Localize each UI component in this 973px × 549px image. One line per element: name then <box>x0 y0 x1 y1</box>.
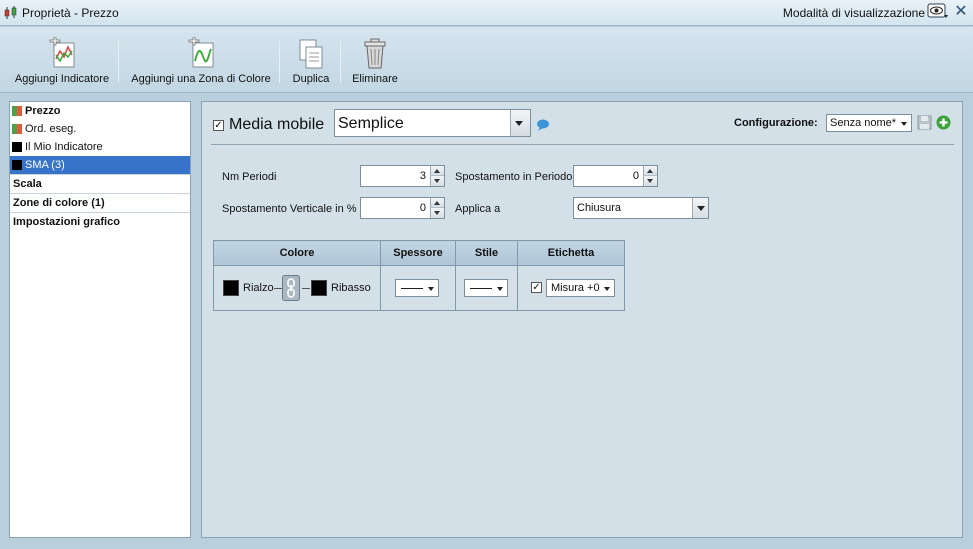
column-header-stile: Stile <box>455 240 518 266</box>
tree-item-mio-indicatore[interactable]: Il Mio Indicatore <box>10 138 190 156</box>
speech-bubble-icon[interactable] <box>536 119 550 131</box>
thickness-preview <box>401 288 423 289</box>
line-style-select[interactable] <box>464 279 508 297</box>
moving-average-checkbox[interactable]: ✓ <box>213 120 224 131</box>
stepper-up-icon[interactable] <box>643 166 657 176</box>
tree-item-label: Prezzo <box>25 105 61 117</box>
style-cell <box>455 265 518 311</box>
stepper-down-icon[interactable] <box>643 176 657 186</box>
duplicate-label: Duplica <box>292 73 330 85</box>
line-style-preview <box>470 288 492 289</box>
stepper-up-icon[interactable] <box>430 166 444 176</box>
rise-label: Rialzo <box>243 282 274 294</box>
configuration-value: Senza nome* <box>830 117 897 129</box>
column-header-colore: Colore <box>213 240 381 266</box>
table-row: Rialzo Ribasso ✓ Misura +0 <box>213 265 625 311</box>
duplicate-icon <box>299 39 323 69</box>
duplicate-button[interactable]: Duplica <box>288 37 334 89</box>
toolbar-separator <box>118 41 119 83</box>
shift-period-value: 0 <box>632 170 639 182</box>
rise-color-picker[interactable] <box>223 280 239 296</box>
vertical-shift-value: 0 <box>419 202 426 214</box>
chevron-down-icon <box>901 122 907 126</box>
label-value: Misura +0 <box>551 282 600 294</box>
thickness-select[interactable] <box>395 279 439 297</box>
stepper-down-icon[interactable] <box>430 208 444 218</box>
line-style-table: Colore Spessore Stile Etichetta Rialzo R… <box>213 240 625 311</box>
add-color-zone-icon <box>188 37 214 68</box>
chevron-down-icon <box>692 198 708 218</box>
indicator-color-swatch <box>12 142 22 152</box>
tree-item-label: Ord. eseg. <box>25 123 77 135</box>
moving-average-label: Media mobile <box>229 116 325 133</box>
chevron-down-icon <box>428 287 434 291</box>
trash-icon <box>364 38 386 69</box>
configuration-label: Configurazione: <box>734 117 818 129</box>
tree-item-label: Il Mio Indicatore <box>25 141 103 153</box>
orders-color-swatch <box>12 124 22 134</box>
add-color-zone-button[interactable]: Aggiungi una Zona di Colore <box>130 37 272 89</box>
sma-color-swatch <box>12 160 22 170</box>
toolbar-separator <box>340 41 341 83</box>
label-select[interactable]: Misura +0 <box>546 279 615 297</box>
column-header-etichetta: Etichetta <box>517 240 625 266</box>
header-divider <box>211 144 954 145</box>
eye-icon[interactable] <box>927 3 949 21</box>
color-cell: Rialzo Ribasso <box>213 265 381 311</box>
title-bar: Proprietà - Prezzo Modalità di visualizz… <box>0 0 973 26</box>
delete-button[interactable]: Eliminare <box>348 37 402 89</box>
apply-to-select[interactable]: Chiusura <box>573 197 709 219</box>
stepper-down-icon[interactable] <box>430 176 444 186</box>
chevron-down-icon <box>510 110 530 136</box>
tree-section-scala[interactable]: Scala <box>10 174 190 193</box>
toolbar: Aggiungi Indicatore Aggiungi una Zona di… <box>0 27 973 93</box>
periods-label: Nm Periodi <box>222 171 277 183</box>
periods-stepper[interactable]: 3 <box>360 165 445 187</box>
tree-section-impostazioni[interactable]: Impostazioni grafico <box>10 212 190 231</box>
toolbar-separator <box>279 41 280 83</box>
add-indicator-button[interactable]: Aggiungi Indicatore <box>14 37 110 89</box>
thickness-cell <box>380 265 456 311</box>
average-type-value: Semplice <box>338 115 404 132</box>
label-cell: ✓ Misura +0 <box>517 265 625 311</box>
periods-value: 3 <box>419 170 426 182</box>
tree-item-ord-eseg[interactable]: Ord. eseg. <box>10 120 190 138</box>
window-title: Proprietà - Prezzo <box>22 6 119 20</box>
candlestick-app-icon <box>4 6 17 19</box>
tree-item-label: SMA (3) <box>25 159 65 171</box>
chevron-down-icon <box>497 287 503 291</box>
add-indicator-icon <box>49 37 75 68</box>
apply-to-label: Applica a <box>455 203 501 215</box>
label-checkbox[interactable]: ✓ <box>531 282 542 293</box>
add-indicator-label: Aggiungi Indicatore <box>14 73 110 85</box>
link-connector <box>302 288 310 289</box>
chain-link-icon[interactable] <box>282 275 300 301</box>
delete-label: Eliminare <box>352 73 398 85</box>
price-color-swatch <box>12 106 22 116</box>
fall-color-picker[interactable] <box>311 280 327 296</box>
save-icon[interactable] <box>917 115 932 130</box>
tree-section-zone-colore[interactable]: Zone di colore (1) <box>10 193 190 212</box>
view-mode-label[interactable]: Modalità di visualizzazione <box>783 6 925 20</box>
column-header-spessore: Spessore <box>380 240 456 266</box>
tree-item-sma[interactable]: SMA (3) <box>10 156 190 174</box>
vertical-shift-stepper[interactable]: 0 <box>360 197 445 219</box>
chevron-down-icon <box>604 287 610 291</box>
indicator-settings-panel: ✓ Media mobile Semplice Configurazione: … <box>201 101 963 538</box>
shift-period-stepper[interactable]: 0 <box>573 165 658 187</box>
fall-label: Ribasso <box>331 282 371 294</box>
properties-tree: Prezzo Ord. eseg. Il Mio Indicatore SMA … <box>9 101 191 538</box>
apply-to-value: Chiusura <box>577 202 622 214</box>
tree-item-prezzo[interactable]: Prezzo <box>10 102 190 120</box>
add-config-icon[interactable] <box>936 115 951 130</box>
link-connector <box>274 288 282 289</box>
close-icon[interactable]: ✕ <box>954 4 968 20</box>
add-color-zone-label: Aggiungi una Zona di Colore <box>131 73 271 85</box>
configuration-select[interactable]: Senza nome* <box>826 114 912 132</box>
shift-period-label: Spostamento in Periodo <box>455 171 573 183</box>
average-type-select[interactable]: Semplice <box>334 109 531 137</box>
stepper-up-icon[interactable] <box>430 198 444 208</box>
vertical-shift-label: Spostamento Verticale in % <box>222 203 357 215</box>
